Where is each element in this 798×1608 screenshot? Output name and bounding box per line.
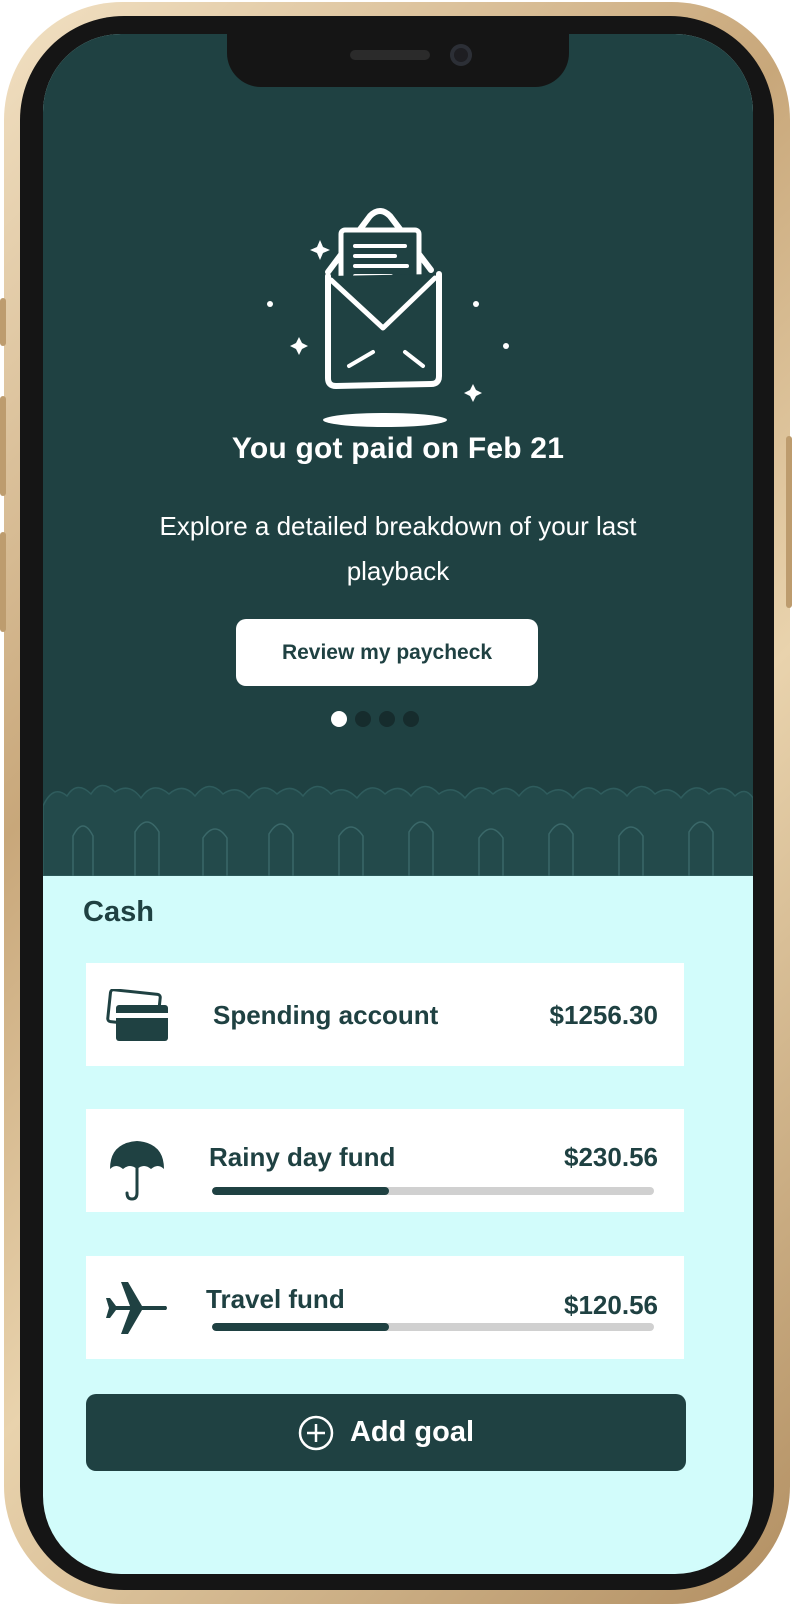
rainy-day-fund-label: Rainy day fund	[209, 1142, 396, 1172]
front-camera	[450, 44, 472, 66]
pagination-dot[interactable]	[355, 711, 371, 727]
power-button	[786, 436, 792, 608]
paycheck-title: You got paid on Feb 21	[231, 432, 565, 465]
add-goal-button[interactable]: Add goal	[86, 1394, 686, 1471]
open-envelope-icon	[267, 208, 509, 427]
volume-up-button	[0, 396, 6, 496]
app-screen: You got paid on Feb 21 Explore a detaile…	[43, 34, 753, 1574]
crowd-silhouette-decoration	[43, 784, 753, 876]
travel-fund-amount: $120.56	[564, 1290, 658, 1320]
speaker-grille	[350, 50, 430, 60]
spending-account-card[interactable]: Spending account $1256.30	[86, 963, 684, 1066]
pagination-dot[interactable]	[379, 711, 395, 727]
cash-section-title: Cash	[83, 896, 154, 928]
travel-fund-card[interactable]: Travel fund $120.56	[86, 1256, 684, 1359]
credit-card-icon	[106, 989, 168, 1041]
umbrella-icon	[110, 1141, 164, 1201]
plus-circle-icon	[298, 1415, 334, 1450]
pagination-dot[interactable]	[403, 711, 419, 727]
add-goal-label: Add goal	[349, 1416, 475, 1448]
rainy-day-fund-progress-bar	[212, 1187, 654, 1195]
paycheck-subtitle: Explore a detailed breakdown of your las…	[159, 511, 637, 586]
silent-switch	[0, 298, 6, 346]
volume-down-button	[0, 532, 6, 632]
carousel-pagination	[331, 711, 419, 731]
pagination-dot-active[interactable]	[331, 711, 347, 727]
rainy-day-fund-card[interactable]: Rainy day fund $230.56	[86, 1109, 684, 1212]
spending-account-label: Spending account	[213, 1000, 439, 1030]
airplane-icon	[106, 1282, 167, 1334]
spending-account-amount: $1256.30	[549, 1000, 658, 1030]
travel-fund-progress-bar	[212, 1323, 654, 1331]
travel-fund-label: Travel fund	[206, 1284, 345, 1314]
phone-notch	[227, 34, 569, 87]
rainy-day-fund-amount: $230.56	[564, 1142, 658, 1172]
review-paycheck-button[interactable]: Review my paycheck	[236, 619, 538, 686]
paycheck-hero-banner: You got paid on Feb 21 Explore a detaile…	[43, 34, 753, 876]
rainy-day-fund-progress-fill	[212, 1187, 389, 1195]
travel-fund-progress-fill	[212, 1323, 389, 1331]
